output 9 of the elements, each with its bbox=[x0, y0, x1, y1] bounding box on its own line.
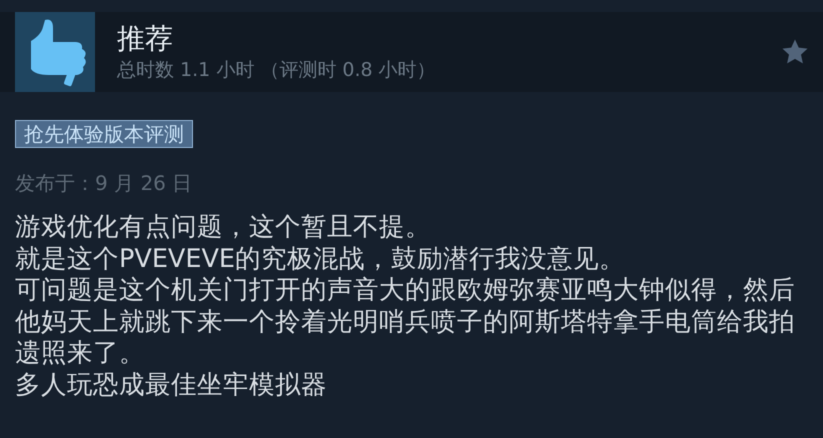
review-paragraph: 多人玩恐成最佳坐牢模拟器 bbox=[15, 370, 328, 401]
verdict-title: 推荐 bbox=[117, 21, 174, 57]
early-access-badge: 抢先体验版本评测 bbox=[15, 120, 193, 148]
review-paragraph: 可问题是这个机关门打开的声音大的跟欧姆弥赛亚鸣大钟似得，然后他妈天上就跳下来一个拎着光明哨兵喷子的阿斯塔特拿手电筒给我拍遗照来了。 bbox=[15, 275, 796, 370]
review-paragraph: 游戏优化有点问题，这个暂且不提。 bbox=[15, 212, 432, 244]
playtime-text: 总时数 1.1 小时 （评测时 0.8 小时） bbox=[117, 58, 437, 83]
review-paragraph: 就是这个PVEVEVE的究极混战，鼓励潜行我没意见。 bbox=[15, 244, 626, 275]
thumbs-up-icon bbox=[15, 12, 95, 92]
posted-date: 发布于：9 月 26 日 bbox=[15, 170, 194, 197]
